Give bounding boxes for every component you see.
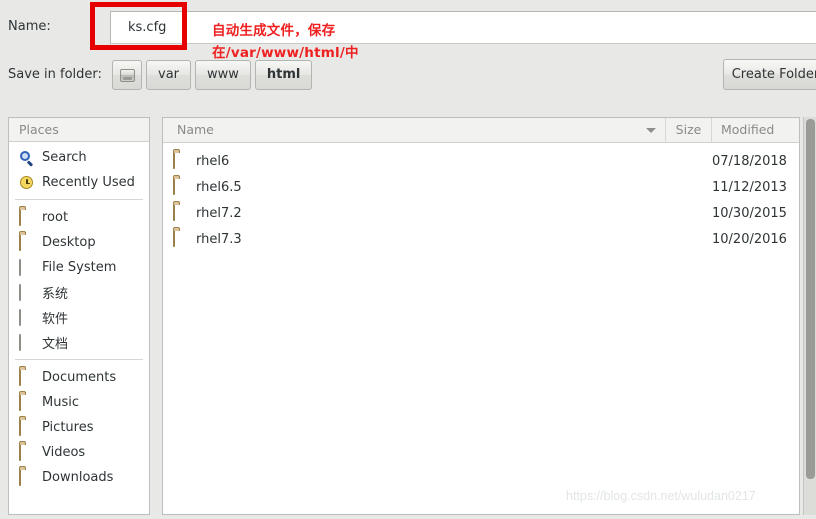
scrollbar-thumb[interactable] [806, 119, 815, 479]
drive-icon [19, 283, 35, 301]
places-header: Places [9, 118, 149, 142]
sidebar-item-label: Recently Used [42, 175, 135, 190]
sidebar-item[interactable]: Documents [9, 365, 149, 390]
sidebar-item-label: Pictures [42, 420, 94, 435]
annotation-line-1: 自动生成文件，保存 [212, 23, 336, 39]
folder-music-icon [19, 393, 35, 411]
sidebar-item[interactable]: Music [9, 390, 149, 415]
places-separator [15, 199, 143, 200]
file-modified-cell: 11/12/2013 [712, 179, 787, 195]
file-save-dialog: Name: ks.cfg 自动生成文件，保存 在/var/www/html/中 … [0, 0, 816, 519]
file-name-label: rhel7.3 [196, 231, 242, 247]
sidebar-item[interactable]: 文档 [9, 330, 149, 355]
filename-input-value: ks.cfg [128, 20, 167, 35]
drive-icon [19, 258, 35, 276]
file-modified-cell: 07/18/2018 [712, 153, 787, 169]
sidebar-item-label: Videos [42, 445, 86, 460]
table-row[interactable]: rhel7.3 10/20/2016 [163, 226, 799, 252]
sidebar-item-label: Downloads [42, 470, 114, 485]
file-name-label: rhel7.2 [196, 205, 242, 221]
sidebar-item[interactable]: 软件 [9, 305, 149, 330]
sidebar-item[interactable]: root [9, 205, 149, 230]
folder-icon [173, 152, 189, 169]
places-list: Search Recently Used root Desktop File Syste… [9, 142, 149, 490]
column-header-modified[interactable]: Modified [712, 118, 799, 142]
folder-icon [173, 230, 189, 247]
table-row[interactable]: rhel6 07/18/2018 [163, 148, 799, 174]
file-rows: rhel6 07/18/2018 rhel6.5 11/12/2013 rhel7.2 1… [163, 143, 799, 252]
sidebar-item-label: Search [42, 150, 87, 165]
file-modified-cell: 10/30/2015 [712, 205, 787, 221]
folder-pictures-icon [19, 418, 35, 436]
drive-icon [119, 69, 135, 82]
sidebar-item-label: 系统 [42, 287, 69, 302]
folder-icon [173, 178, 189, 195]
sidebar-item-label: Desktop [42, 235, 96, 250]
file-name-cell: rhel7.2 [163, 204, 657, 221]
path-button-html[interactable]: html [254, 60, 313, 90]
file-name-cell: rhel6 [163, 152, 657, 169]
sidebar-item-label: Documents [42, 370, 117, 385]
folder-downloads-icon [19, 468, 35, 486]
drive-icon [19, 308, 35, 326]
sidebar-item[interactable]: Pictures [9, 415, 149, 440]
sidebar-item-label: Music [42, 395, 79, 410]
folder-videos-icon [19, 443, 35, 461]
places-sidebar: Places Search Recently Used root Desktop Fil… [8, 117, 150, 515]
file-name-cell: rhel6.5 [163, 178, 657, 195]
file-list-header: Name Size Modified [163, 118, 799, 143]
path-button-label: www [207, 67, 239, 82]
sidebar-item[interactable]: Search [9, 145, 149, 170]
file-name-cell: rhel7.3 [163, 230, 657, 247]
watermark: https://blog.csdn.net/wuludan0217 [566, 489, 756, 503]
sidebar-item-label: File System [42, 260, 117, 275]
sidebar-item[interactable]: 系统 [9, 280, 149, 305]
path-button-www[interactable]: www [195, 60, 251, 90]
vertical-scrollbar[interactable] [803, 117, 816, 515]
column-header-size[interactable]: Size [666, 118, 712, 142]
column-header-name[interactable]: Name [163, 118, 666, 142]
table-row[interactable]: rhel7.2 10/30/2015 [163, 200, 799, 226]
file-modified-cell: 10/20/2016 [712, 231, 787, 247]
folder-home-icon [19, 208, 35, 226]
name-label: Name: [8, 19, 51, 34]
places-separator [15, 359, 143, 360]
file-list-pane: Name Size Modified rhel6 07/18/2018 rhel6.… [162, 117, 800, 515]
sidebar-item[interactable]: Recently Used [9, 170, 149, 195]
folder-desktop-icon [19, 233, 35, 251]
save-in-folder-label: Save in folder: [8, 67, 102, 82]
sidebar-item-label: 软件 [42, 312, 69, 327]
clock-icon [19, 175, 35, 191]
file-name-label: rhel6 [196, 153, 230, 169]
name-row: Name: ks.cfg [0, 0, 816, 50]
path-button-var[interactable]: var [146, 60, 192, 90]
sidebar-item[interactable]: Desktop [9, 230, 149, 255]
path-button-label: html [266, 67, 301, 82]
search-icon [19, 150, 35, 166]
folder-icon [173, 204, 189, 221]
column-header-name-label: Name [177, 122, 214, 137]
path-breadcrumb: var www html [112, 60, 316, 90]
sidebar-item-label: 文档 [42, 337, 69, 352]
sidebar-item[interactable]: Videos [9, 440, 149, 465]
drive-icon [19, 333, 35, 351]
file-name-label: rhel6.5 [196, 179, 242, 195]
sidebar-item[interactable]: Downloads [9, 465, 149, 490]
create-folder-button[interactable]: Create Folder [723, 59, 816, 90]
path-button-label: var [158, 67, 180, 82]
path-button-root[interactable] [112, 60, 142, 90]
sidebar-item-label: root [42, 210, 69, 225]
folder-documents-icon [19, 368, 35, 386]
sidebar-item[interactable]: File System [9, 255, 149, 280]
table-row[interactable]: rhel6.5 11/12/2013 [163, 174, 799, 200]
sort-descending-icon[interactable] [646, 127, 656, 133]
